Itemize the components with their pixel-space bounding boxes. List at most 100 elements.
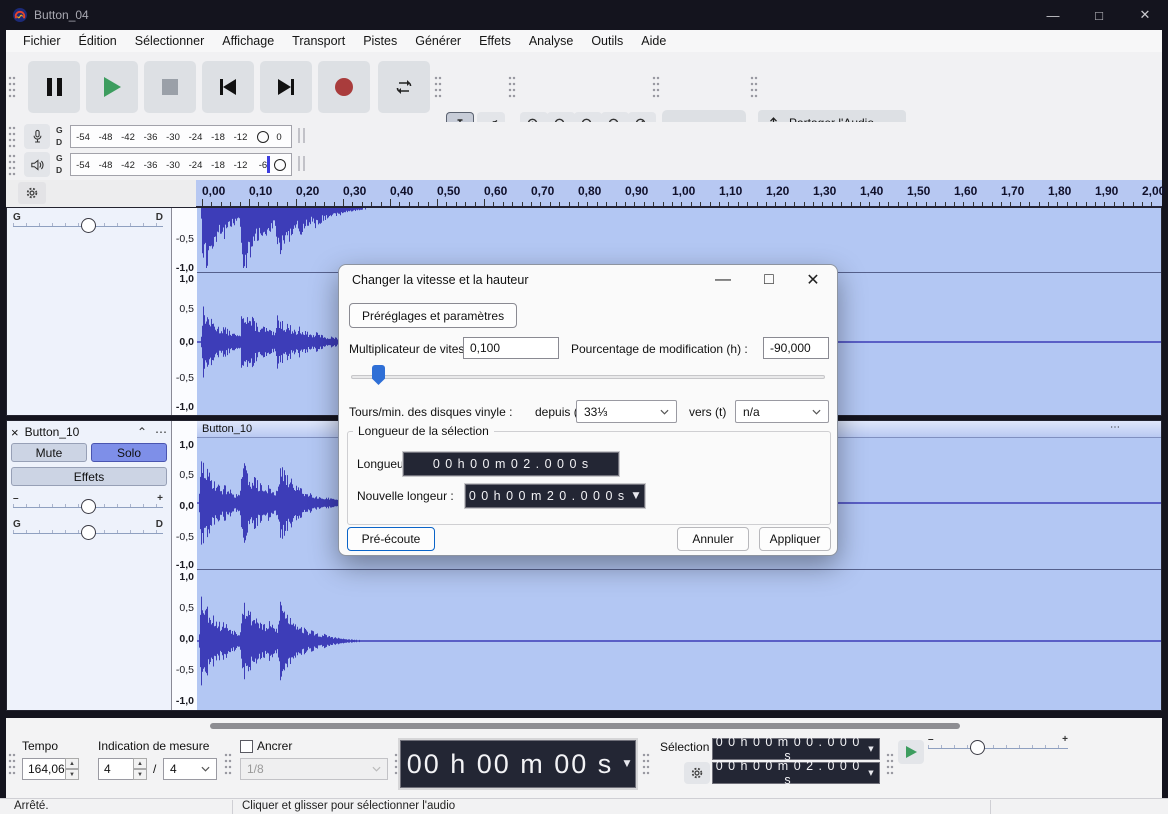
timeline-options-button[interactable] xyxy=(18,182,46,204)
percent-change-input[interactable]: -90,000 xyxy=(763,337,829,359)
speed-slider-thumb[interactable] xyxy=(372,365,385,385)
playback-meter[interactable]: GD -54-48-42-36-30-24-18-12-6 xyxy=(6,151,326,179)
track1-control-panel[interactable]: G D xyxy=(7,208,172,415)
transport-grip[interactable] xyxy=(8,75,16,99)
snap-select[interactable]: 1/8 xyxy=(240,758,388,780)
speed-thumb[interactable] xyxy=(970,740,985,755)
meter-resize-handle[interactable] xyxy=(303,128,305,143)
tempo-spinner[interactable]: ▲▼ xyxy=(65,758,79,780)
meter-resize-handle[interactable] xyxy=(303,156,305,171)
timesig-upper-input[interactable]: 4 xyxy=(98,758,134,780)
track2-close-button[interactable]: × xyxy=(11,425,19,440)
record-button[interactable] xyxy=(318,61,370,113)
record-meter-grip[interactable] xyxy=(8,125,16,149)
selection-options-button[interactable] xyxy=(684,762,710,784)
menu-item-generer[interactable]: Générer xyxy=(406,32,470,50)
timesig-spinner[interactable]: ▲▼ xyxy=(133,758,147,780)
edit-grip[interactable] xyxy=(508,75,516,99)
track2-waveform-ch2[interactable] xyxy=(197,570,1161,711)
apply-button[interactable]: Appliquer xyxy=(759,527,831,551)
play-speed-grip[interactable] xyxy=(886,752,894,776)
new-length-display[interactable]: 0 0 h 0 0 m 2 0 . 0 0 0 s ▼ xyxy=(465,484,645,508)
play-meter-button[interactable] xyxy=(24,152,50,177)
track2-vertical-ruler[interactable]: 1,00,50,0-0,5-1,01,00,50,0-0,5-1,0 xyxy=(172,421,198,710)
horizontal-scrollbar-thumb[interactable] xyxy=(210,723,960,729)
menu-item-outils[interactable]: Outils xyxy=(582,32,632,50)
track2-solo-button[interactable]: Solo xyxy=(91,443,167,462)
selection-start-display[interactable]: 0 0 h 0 0 m 0 0 . 0 0 0 s▼ xyxy=(712,738,880,760)
play-meter-scale[interactable]: -54-48-42-36-30-24-18-12-6 xyxy=(70,153,292,176)
track2-effects-button[interactable]: Effets xyxy=(11,467,167,486)
record-meter-scale[interactable]: -54-48-42-36-30-24-18-12-6 0 xyxy=(70,125,292,148)
snap-checkbox[interactable] xyxy=(240,740,253,753)
play-button[interactable] xyxy=(86,61,138,113)
preview-button[interactable]: Pré-écoute xyxy=(347,527,435,551)
current-length-display[interactable]: 0 0 h 0 0 m 0 2 . 0 0 0 s xyxy=(403,452,619,476)
dialog-close-button[interactable]: ✕ xyxy=(791,265,835,295)
timeline-ruler[interactable]: 0,000,100,200,300,400,500,600,700,800,90… xyxy=(196,180,1162,207)
tools-grip[interactable] xyxy=(434,75,442,99)
tempo-grip[interactable] xyxy=(8,752,16,776)
track2-name[interactable]: Button_10 xyxy=(25,425,80,439)
play-meter-grip[interactable] xyxy=(8,153,16,177)
dialog-maximize-button[interactable]: □ xyxy=(747,265,791,295)
menu-item-affichage[interactable]: Affichage xyxy=(213,32,283,50)
skip-to-end-button[interactable] xyxy=(260,61,312,113)
timeline-label: 0,30 xyxy=(343,184,366,198)
menu-item-transport[interactable]: Transport xyxy=(283,32,354,50)
play-speed-slider[interactable]: – + xyxy=(928,736,1068,756)
window-maximize-button[interactable]: □ xyxy=(1076,0,1122,30)
meter-resize-handle[interactable] xyxy=(298,156,300,171)
track1-vertical-ruler[interactable]: -0,5-1,01,00,50,0-0,5-1,0 xyxy=(172,208,198,415)
presets-settings-button[interactable]: Préréglages et paramètres xyxy=(349,303,517,328)
skip-to-start-button[interactable] xyxy=(202,61,254,113)
pan-thumb[interactable] xyxy=(81,525,96,540)
track1-pan-slider[interactable]: G D xyxy=(13,214,163,234)
menu-item-pistes[interactable]: Pistes xyxy=(354,32,406,50)
menu-item-fichier[interactable]: Fichier xyxy=(14,32,70,50)
selection-end-display[interactable]: 0 0 h 0 0 m 0 2 . 0 0 0 s▼ xyxy=(712,762,880,784)
meter-resize-handle[interactable] xyxy=(298,128,300,143)
menu-item-effets[interactable]: Effets xyxy=(470,32,520,50)
track2-pan-slider[interactable]: G D xyxy=(13,521,163,541)
menu-item-aide[interactable]: Aide xyxy=(632,32,675,50)
cancel-button[interactable]: Annuler xyxy=(677,527,749,551)
share-grip[interactable] xyxy=(750,75,758,99)
pause-button[interactable] xyxy=(28,61,80,113)
config-grip[interactable] xyxy=(652,75,660,99)
track1-waveform-ch1[interactable] xyxy=(197,208,1161,272)
track2-volume-slider[interactable]: – + xyxy=(13,495,163,515)
window-close-button[interactable]: ✕ xyxy=(1122,0,1168,30)
selection-grip[interactable] xyxy=(642,752,650,776)
play-at-speed-button[interactable] xyxy=(898,740,924,764)
track2-control-panel[interactable]: × Button_10 ⌃ ⋯ Mute Solo Effets – + G xyxy=(7,421,172,710)
window-minimize-button[interactable]: — xyxy=(1030,0,1076,30)
recording-meter[interactable]: GD -54-48-42-36-30-24-18-12-6 0 xyxy=(6,123,326,151)
track2-collapse-button[interactable]: ⌃ xyxy=(137,425,147,439)
horizontal-scrollbar[interactable] xyxy=(6,718,1162,734)
dialog-minimize-button[interactable]: — xyxy=(701,265,745,295)
menu-item-edition[interactable]: Édition xyxy=(70,32,126,50)
speaker-icon xyxy=(30,158,45,172)
track2-mute-button[interactable]: Mute xyxy=(11,443,87,462)
new-length-dropdown-arrow[interactable]: ▼ xyxy=(628,491,644,501)
snap-toggle[interactable]: Ancrer xyxy=(240,739,292,753)
pan-thumb[interactable] xyxy=(81,218,96,233)
tempo-input[interactable]: 164,06 xyxy=(22,758,66,780)
volume-thumb[interactable] xyxy=(81,499,96,514)
speed-multiplier-input[interactable]: 0,100 xyxy=(463,337,559,359)
clip-menu-button[interactable]: ⋯ xyxy=(1110,422,1121,433)
stop-button[interactable] xyxy=(144,61,196,113)
track2-menu-button[interactable]: ⋯ xyxy=(155,425,167,439)
record-meter-button[interactable] xyxy=(24,124,50,149)
speed-slider-track[interactable] xyxy=(351,375,825,379)
loop-button[interactable] xyxy=(378,61,430,113)
time-format-arrow[interactable]: ▼ xyxy=(619,759,635,769)
snap-grip[interactable] xyxy=(224,752,232,776)
from-rpm-select[interactable]: 33⅓ xyxy=(576,400,677,423)
to-rpm-select[interactable]: n/a xyxy=(735,400,829,423)
menu-item-analyse[interactable]: Analyse xyxy=(520,32,582,50)
audio-position-display[interactable]: 00 h 00 m 00 s ▼ xyxy=(400,740,636,788)
menu-item-selectionner[interactable]: Sélectionner xyxy=(126,32,214,50)
timesig-lower-select[interactable]: 4 xyxy=(163,758,217,780)
